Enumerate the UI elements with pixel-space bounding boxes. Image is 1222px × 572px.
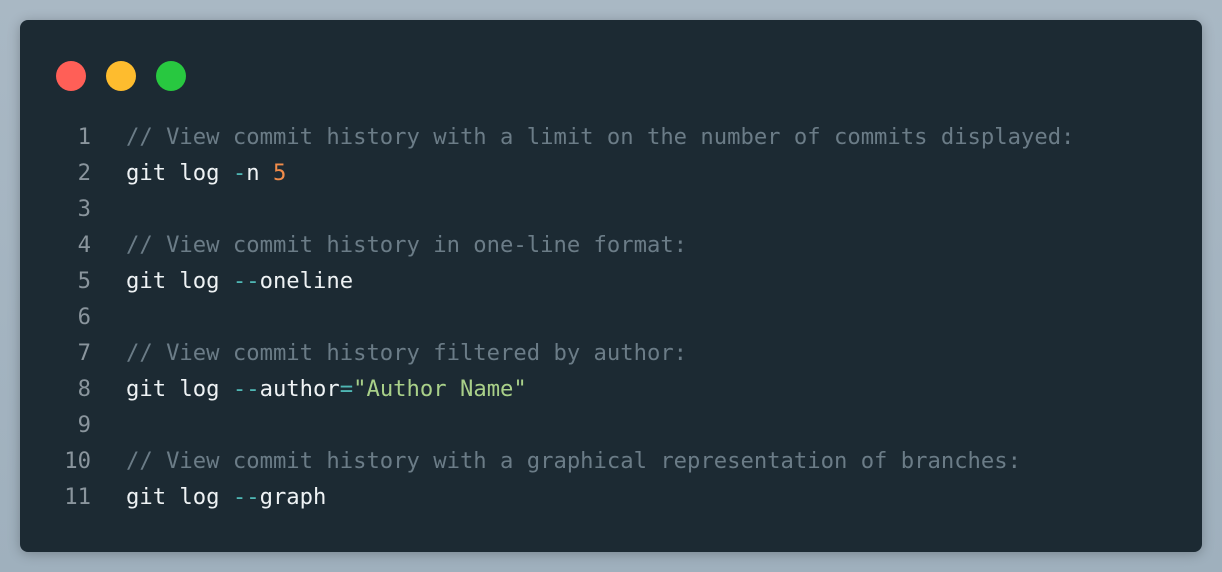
code-token-comment: // View commit history filtered by autho…: [126, 340, 688, 366]
code-line: 8 git log --author="Author Name": [20, 371, 1202, 407]
code-window: 1 // View commit history with a limit on …: [20, 20, 1202, 552]
code-token-flag: --: [232, 376, 260, 402]
line-number: 8: [77, 376, 91, 402]
code-token-flag: -: [232, 160, 247, 186]
code-line: 7 // View commit history filtered by auth…: [20, 335, 1202, 371]
line-number: 3: [77, 196, 91, 222]
code-token-cmd: git log: [126, 484, 233, 510]
code-line: 9: [20, 407, 1202, 443]
code-token-str: "Author Name": [353, 376, 527, 402]
code-token-cmd: author: [259, 376, 340, 402]
code-token-comment: // View commit history in one-line forma…: [126, 232, 688, 258]
maximize-button[interactable]: [156, 61, 186, 91]
code-line: 5 git log --oneline: [20, 263, 1202, 299]
code-block: 1 // View commit history with a limit on …: [20, 119, 1202, 515]
code-token-flag: --: [232, 268, 260, 294]
line-number: 2: [77, 160, 91, 186]
code-line-content: // View commit history in one-line forma…: [126, 227, 687, 263]
code-line: 11 git log --graph: [20, 479, 1202, 515]
line-number: 1: [77, 124, 91, 150]
line-number: 4: [77, 232, 91, 258]
line-number: 10: [64, 448, 91, 474]
code-token-comment: // View commit history with a limit on t…: [126, 124, 1075, 150]
code-token-cmd: n: [246, 160, 273, 186]
code-line-content: git log --graph: [126, 479, 326, 515]
code-line: 3: [20, 191, 1202, 227]
code-line-content: // View commit history with a graphical …: [126, 443, 1021, 479]
line-number: 5: [77, 268, 91, 294]
close-button[interactable]: [56, 61, 86, 91]
code-line-content: git log --oneline: [126, 263, 353, 299]
code-line-content: git log --author="Author Name": [126, 371, 527, 407]
code-token-cmd: git log: [126, 376, 233, 402]
line-number: 11: [64, 484, 91, 510]
code-line: 6: [20, 299, 1202, 335]
code-token-cmd: oneline: [259, 268, 354, 294]
minimize-button[interactable]: [106, 61, 136, 91]
code-token-cmd: git log: [126, 160, 233, 186]
code-line-content: // View commit history filtered by autho…: [126, 335, 687, 371]
code-line: 10 // View commit history with a graphica…: [20, 443, 1202, 479]
line-number: 7: [77, 340, 91, 366]
line-number: 9: [77, 412, 91, 438]
code-token-flag: --: [232, 484, 260, 510]
code-token-cmd: graph: [259, 484, 327, 510]
code-line: 4 // View commit history in one-line form…: [20, 227, 1202, 263]
code-line-content: // View commit history with a limit on t…: [126, 119, 1074, 155]
code-line: 2 git log -n 5: [20, 155, 1202, 191]
code-line-content: git log -n 5: [126, 155, 286, 191]
code-line: 1 // View commit history with a limit on …: [20, 119, 1202, 155]
code-token-cmd: git log: [126, 268, 233, 294]
line-number: 6: [77, 304, 91, 330]
code-token-op: =: [339, 376, 354, 402]
code-token-num: 5: [272, 160, 287, 186]
code-token-comment: // View commit history with a graphical …: [126, 448, 1021, 474]
